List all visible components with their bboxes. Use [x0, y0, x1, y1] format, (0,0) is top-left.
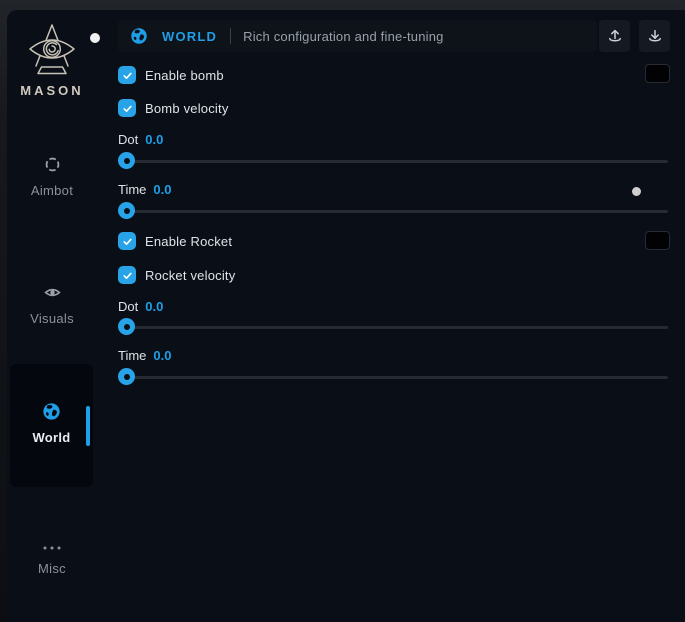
slider-value: 0.0 [145, 132, 163, 147]
slider-name: Time [118, 182, 146, 197]
globe-icon [130, 27, 148, 45]
crosshair-icon [44, 156, 61, 173]
slider-name: Dot [118, 132, 138, 147]
download-icon [647, 28, 663, 44]
ellipsis-icon [40, 544, 64, 552]
slider-thumb-rocket-dot[interactable] [118, 318, 135, 335]
toggle-enable-rocket[interactable]: Enable Rocket [118, 232, 232, 250]
checkbox-checked-icon[interactable] [118, 66, 136, 84]
export-config-button[interactable] [599, 20, 630, 52]
sidebar-item-aimbot[interactable]: Aimbot [7, 156, 97, 198]
slider-value: 0.0 [153, 182, 171, 197]
slider-value: 0.0 [153, 348, 171, 363]
sidebar-item-label: Misc [7, 561, 97, 576]
toggle-label: Enable bomb [145, 68, 224, 83]
slider-name: Time [118, 348, 146, 363]
slider-value: 0.0 [145, 299, 163, 314]
import-config-button[interactable] [639, 20, 670, 52]
eye-icon [44, 284, 61, 301]
bomb-color-swatch[interactable] [645, 64, 670, 83]
rocket-color-swatch[interactable] [645, 231, 670, 250]
toggle-bomb-velocity[interactable]: Bomb velocity [118, 99, 229, 117]
toggle-label: Rocket velocity [145, 268, 235, 283]
slider-thumb-bomb-time[interactable] [118, 202, 135, 219]
slider-track-bomb-dot[interactable] [118, 160, 668, 163]
checkbox-checked-icon[interactable] [118, 99, 136, 117]
slider-thumb-bomb-dot[interactable] [118, 152, 135, 169]
toggle-label: Enable Rocket [145, 234, 232, 249]
brand-name: MASON [7, 83, 97, 98]
cursor-dot [632, 187, 641, 196]
sidebar: MASON Aimbot Visuals [7, 10, 97, 622]
checkbox-checked-icon[interactable] [118, 232, 136, 250]
globe-icon [42, 402, 61, 421]
slider-thumb-rocket-time[interactable] [118, 368, 135, 385]
slider-track-bomb-time[interactable] [118, 210, 668, 213]
page-title: WORLD [162, 29, 217, 44]
slider-label-rocket-dot: Dot 0.0 [118, 299, 163, 314]
page-header: WORLD Rich configuration and fine-tuning [118, 20, 597, 52]
sidebar-item-visuals[interactable]: Visuals [7, 284, 97, 326]
sidebar-item-misc[interactable]: Misc [7, 539, 97, 576]
slider-name: Dot [118, 299, 138, 314]
header-divider [230, 28, 231, 44]
checkbox-checked-icon[interactable] [118, 266, 136, 284]
sidebar-item-label: World [10, 430, 93, 445]
slider-label-bomb-time: Time 0.0 [118, 182, 171, 197]
slider-label-rocket-time: Time 0.0 [118, 348, 171, 363]
slider-label-bomb-dot: Dot 0.0 [118, 132, 163, 147]
upload-icon [607, 28, 623, 44]
sidebar-item-label: Aimbot [7, 183, 97, 198]
sidebar-item-label: Visuals [7, 311, 97, 326]
toggle-label: Bomb velocity [145, 101, 229, 116]
eye-pyramid-logo-icon [28, 22, 76, 78]
active-tab-indicator [86, 406, 90, 446]
toggle-rocket-velocity[interactable]: Rocket velocity [118, 266, 235, 284]
page-subtitle: Rich configuration and fine-tuning [243, 29, 443, 44]
slider-track-rocket-dot[interactable] [118, 326, 668, 329]
menu-window: MASON Aimbot Visuals [7, 10, 685, 622]
sidebar-item-world[interactable]: World [10, 364, 93, 487]
toggle-enable-bomb[interactable]: Enable bomb [118, 66, 224, 84]
cursor-dot [90, 33, 100, 43]
slider-track-rocket-time[interactable] [118, 376, 668, 379]
